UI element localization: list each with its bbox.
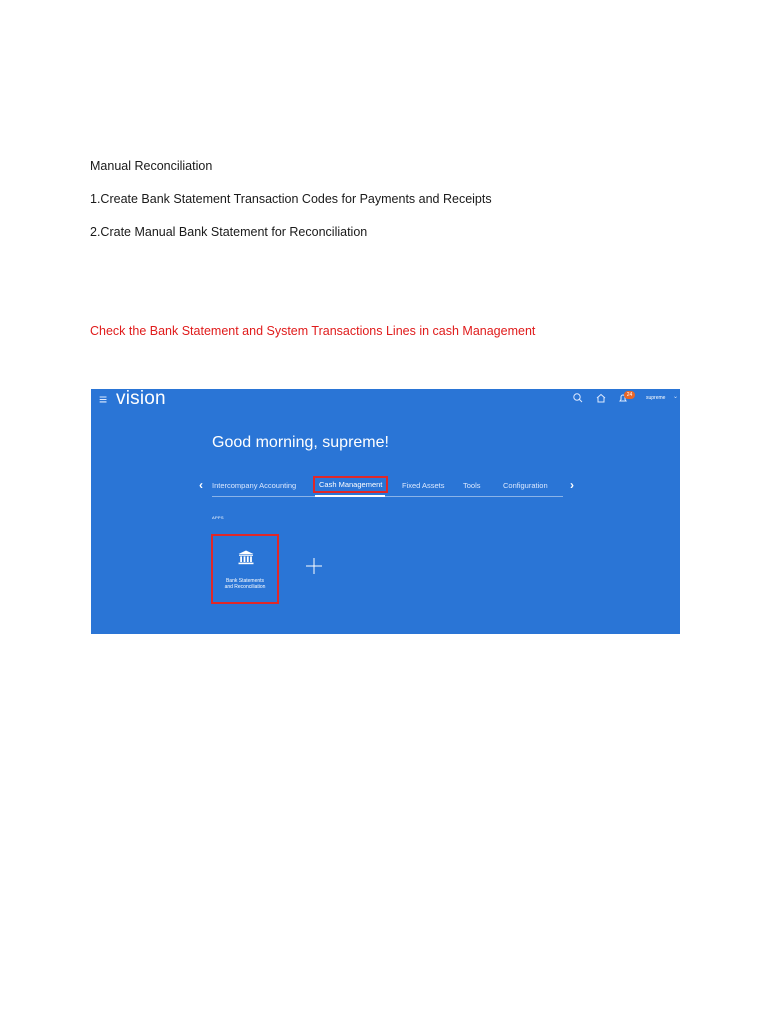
plus-icon[interactable] xyxy=(305,557,323,575)
app-tile-label-line-2: and Reconciliation xyxy=(224,584,266,590)
app-tile-label: Bank Statements and Reconciliation xyxy=(215,578,275,590)
embedded-screenshot: ≡ vision 24 supreme ⌄ Good morning, supr… xyxy=(91,389,680,634)
greeting: Good morning, supreme! xyxy=(212,434,389,451)
search-icon[interactable] xyxy=(572,392,584,404)
app-header: ≡ vision 24 supreme ⌄ xyxy=(91,389,680,411)
chevron-left-icon[interactable]: ‹ xyxy=(199,478,203,492)
brand-logo: vision xyxy=(116,389,166,409)
chevron-down-icon[interactable]: ⌄ xyxy=(673,393,678,400)
note-text: Check the Bank Statement and System Tran… xyxy=(90,324,536,338)
document-heading: Manual Reconciliation xyxy=(90,159,213,173)
user-menu[interactable]: supreme xyxy=(646,395,665,401)
apps-section-label: APPS xyxy=(212,515,224,520)
app-tile-bank-statements[interactable]: Bank Statements and Reconciliation xyxy=(211,534,279,604)
hamburger-icon[interactable]: ≡ xyxy=(99,391,107,407)
chevron-right-icon[interactable]: › xyxy=(570,478,574,492)
tab-configuration[interactable]: Configuration xyxy=(503,481,548,490)
tab-strip-divider xyxy=(212,496,563,497)
tab-intercompany-accounting[interactable]: Intercompany Accounting xyxy=(212,481,296,490)
bank-icon xyxy=(238,550,254,565)
tab-tools[interactable]: Tools xyxy=(463,481,481,490)
notification-badge: 24 xyxy=(624,391,635,399)
step-1-text: 1.Create Bank Statement Transaction Code… xyxy=(90,192,492,206)
tab-cash-management[interactable]: Cash Management xyxy=(313,476,389,493)
home-icon[interactable] xyxy=(595,392,607,404)
tab-fixed-assets[interactable]: Fixed Assets xyxy=(402,481,445,490)
step-2-text: 2.Crate Manual Bank Statement for Reconc… xyxy=(90,225,368,239)
active-tab-indicator xyxy=(315,495,385,497)
